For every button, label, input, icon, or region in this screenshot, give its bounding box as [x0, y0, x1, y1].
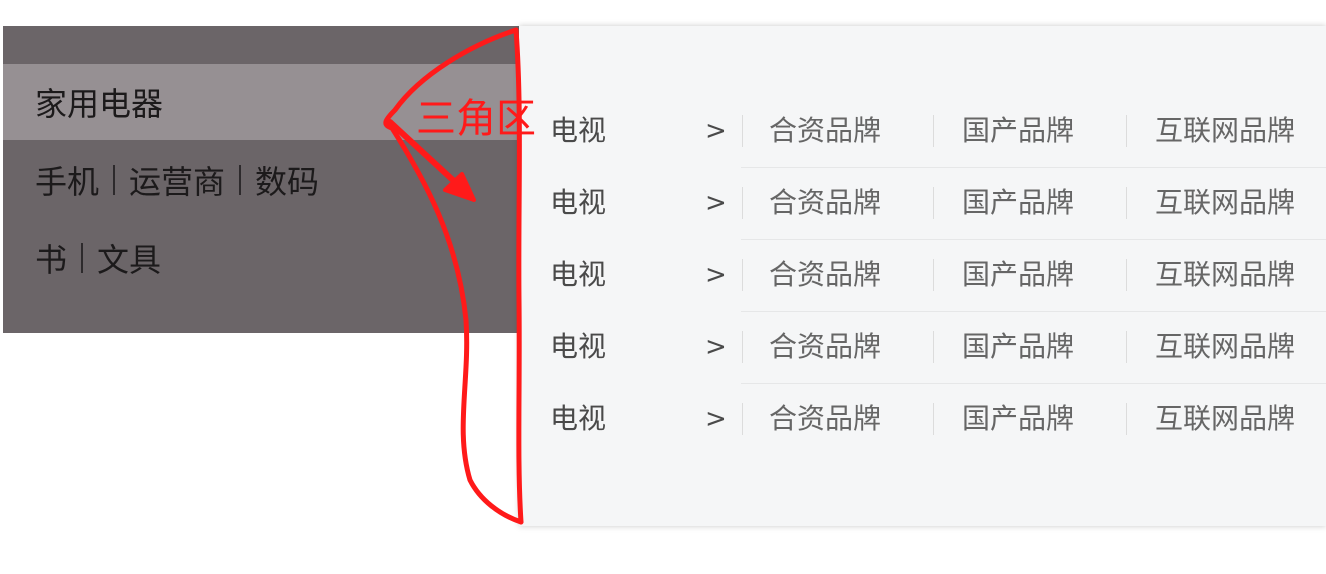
- brand-divider: [933, 259, 934, 291]
- brand-divider: [1126, 187, 1127, 219]
- chevron-right-icon: >: [705, 260, 727, 290]
- category-item-phones[interactable]: 手机 运营商 数码: [3, 142, 519, 218]
- submenu-row-title[interactable]: 电视: [550, 239, 606, 311]
- submenu-row: 电视 > 合资品牌 国产品牌 互联网品牌: [519, 383, 1326, 455]
- brand-link-joint-venture[interactable]: 合资品牌: [769, 167, 881, 239]
- brand-link-joint-venture[interactable]: 合资品牌: [769, 239, 881, 311]
- category-item-books[interactable]: 书 文具: [3, 220, 519, 296]
- category-divider: [113, 165, 116, 195]
- category-label: 手机: [35, 163, 100, 201]
- brand-divider: [742, 403, 743, 435]
- category-label: 运营商: [129, 163, 226, 201]
- brand-link-internet[interactable]: 互联网品牌: [1155, 311, 1295, 383]
- submenu-row: 电视 > 合资品牌 国产品牌 互联网品牌: [519, 167, 1326, 239]
- brand-link-domestic[interactable]: 国产品牌: [962, 95, 1074, 167]
- brand-link-internet[interactable]: 互联网品牌: [1155, 167, 1295, 239]
- brand-link-joint-venture[interactable]: 合资品牌: [769, 383, 881, 455]
- screen: 家用电器 手机 运营商 数码 书 文具 电视 > 合资品牌 国产品牌 互联网品牌: [0, 0, 1326, 574]
- chevron-right-icon: >: [705, 404, 727, 434]
- submenu-row: 电视 > 合资品牌 国产品牌 互联网品牌: [519, 311, 1326, 383]
- submenu-row-title[interactable]: 电视: [550, 383, 606, 455]
- category-label: 书: [35, 241, 68, 279]
- submenu-row-title[interactable]: 电视: [550, 167, 606, 239]
- brand-link-joint-venture[interactable]: 合资品牌: [769, 311, 881, 383]
- brand-link-internet[interactable]: 互联网品牌: [1155, 239, 1295, 311]
- category-label: 数码: [255, 163, 320, 201]
- submenu-panel: 电视 > 合资品牌 国产品牌 互联网品牌 电视 > 合资品牌 国产品牌 互联网品…: [519, 26, 1326, 526]
- submenu-row: 电视 > 合资品牌 国产品牌 互联网品牌: [519, 95, 1326, 167]
- brand-link-domestic[interactable]: 国产品牌: [962, 167, 1074, 239]
- brand-divider: [742, 187, 743, 219]
- brand-divider: [1126, 403, 1127, 435]
- brand-divider: [1126, 259, 1127, 291]
- chevron-right-icon: >: [705, 116, 727, 146]
- brand-divider: [1126, 115, 1127, 147]
- category-divider: [239, 165, 242, 195]
- triangle-zone-label: 三角区: [416, 96, 536, 142]
- submenu-row-title[interactable]: 电视: [550, 311, 606, 383]
- brand-divider: [933, 187, 934, 219]
- brand-divider: [742, 331, 743, 363]
- submenu-row: 电视 > 合资品牌 国产品牌 互联网品牌: [519, 239, 1326, 311]
- chevron-right-icon: >: [705, 332, 727, 362]
- submenu-row-title[interactable]: 电视: [550, 95, 606, 167]
- category-label: 文具: [97, 241, 162, 279]
- brand-link-joint-venture[interactable]: 合资品牌: [769, 95, 881, 167]
- brand-link-internet[interactable]: 互联网品牌: [1155, 95, 1295, 167]
- brand-divider: [933, 115, 934, 147]
- brand-divider: [742, 115, 743, 147]
- category-menu: 家用电器 手机 运营商 数码 书 文具: [3, 26, 519, 333]
- brand-link-domestic[interactable]: 国产品牌: [962, 383, 1074, 455]
- brand-divider: [933, 331, 934, 363]
- brand-divider: [933, 403, 934, 435]
- category-divider: [81, 243, 84, 273]
- brand-link-domestic[interactable]: 国产品牌: [962, 239, 1074, 311]
- brand-link-domestic[interactable]: 国产品牌: [962, 311, 1074, 383]
- category-label: 家用电器: [35, 85, 164, 123]
- brand-link-internet[interactable]: 互联网品牌: [1155, 383, 1295, 455]
- brand-divider: [742, 259, 743, 291]
- brand-divider: [1126, 331, 1127, 363]
- chevron-right-icon: >: [705, 188, 727, 218]
